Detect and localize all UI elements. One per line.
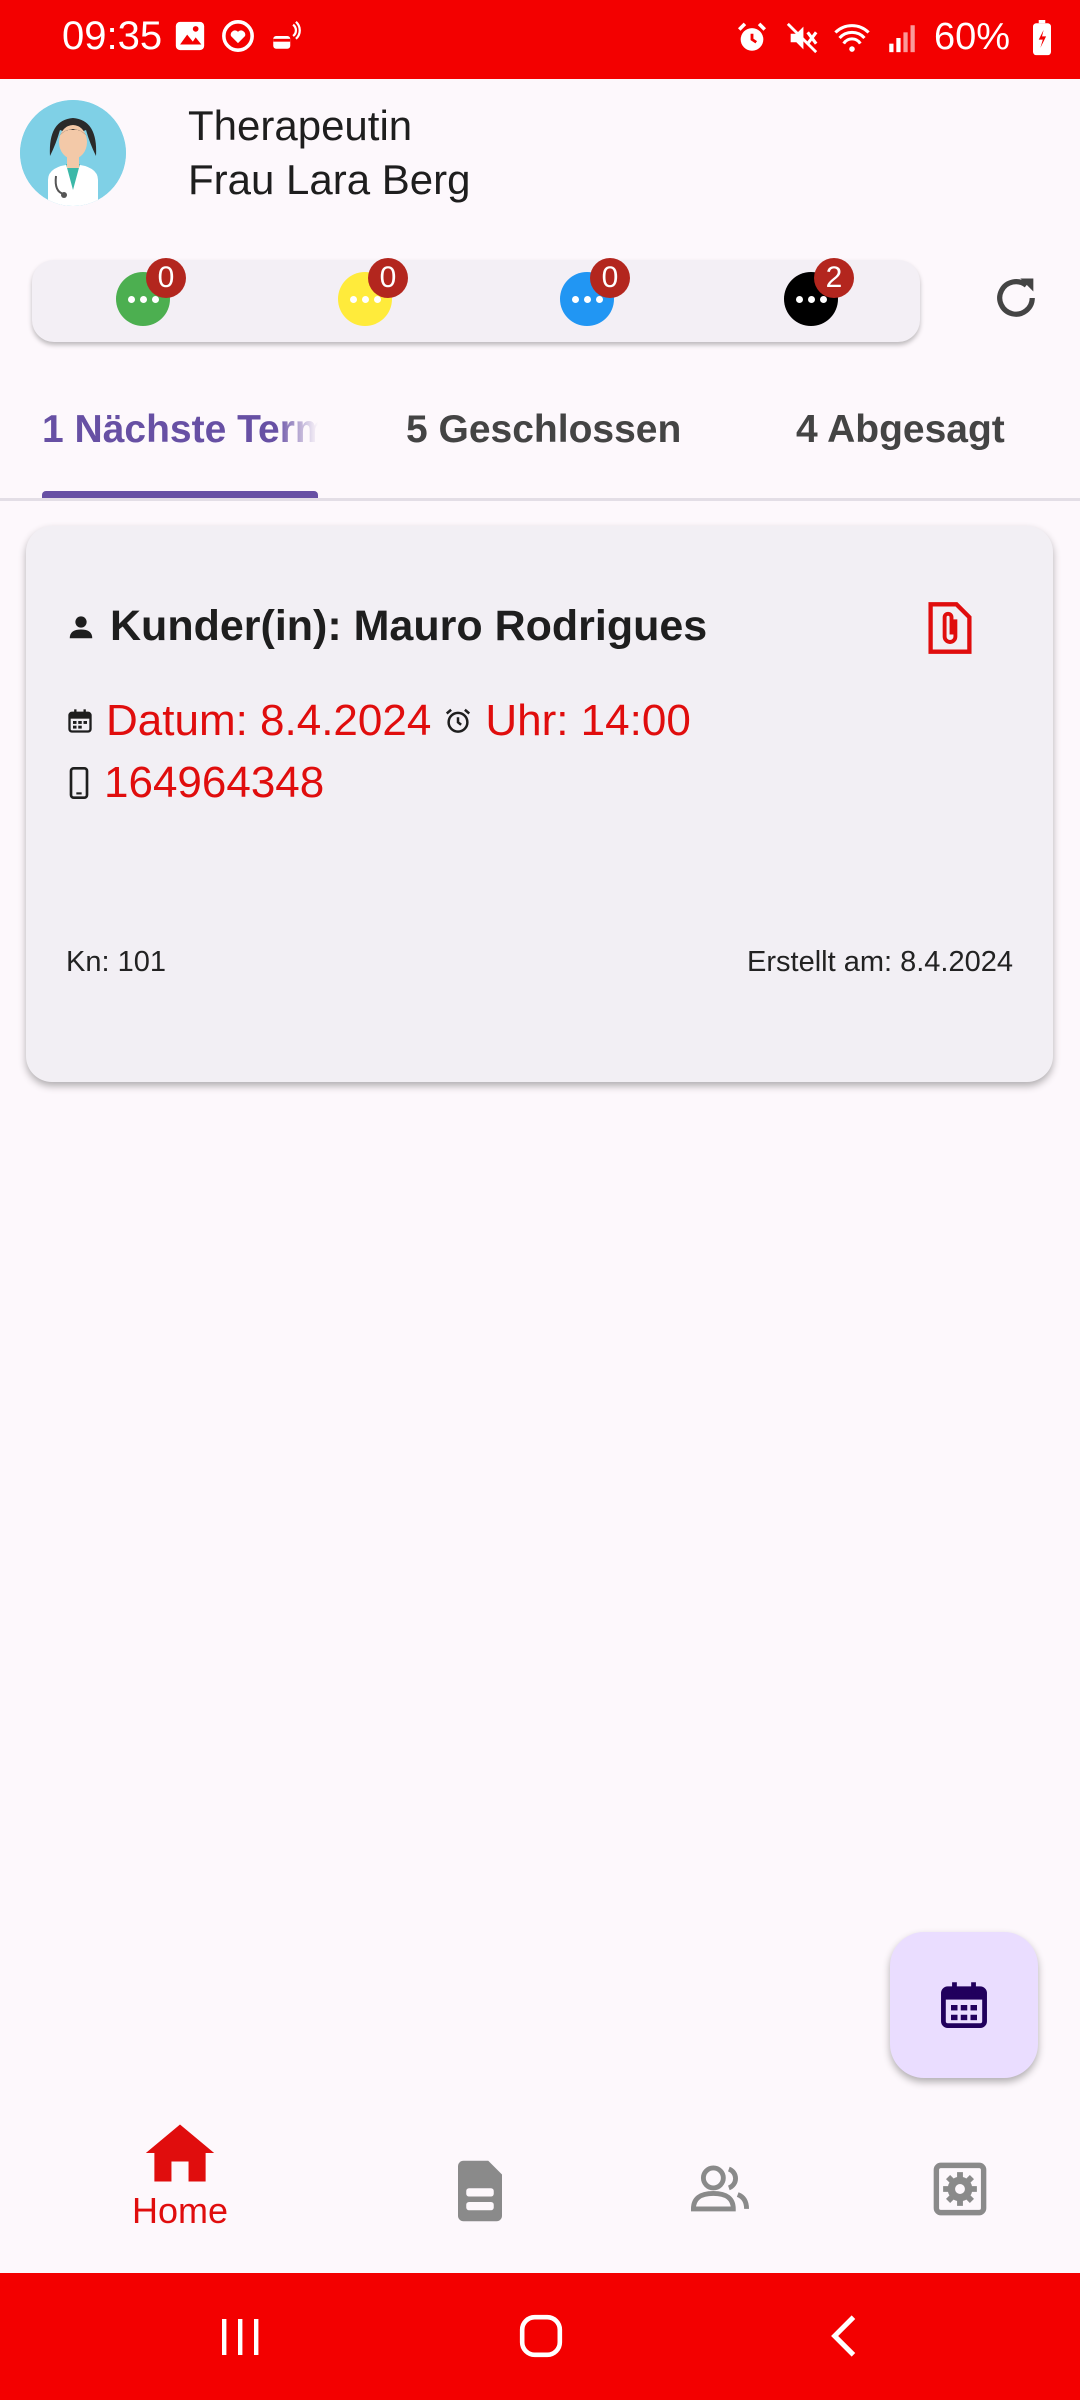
mute-icon	[784, 20, 820, 56]
attachment-button[interactable]	[924, 600, 976, 656]
phone-icon	[69, 767, 89, 799]
calendar-icon	[941, 1982, 987, 2028]
tab-upcoming[interactable]: 1 Nächste Termine	[42, 408, 318, 452]
nav-home[interactable]: Home	[110, 2120, 250, 2232]
home-icon	[145, 2124, 215, 2182]
more-dots-icon	[349, 295, 381, 303]
tab-cancelled[interactable]: 4 Abgesagt	[796, 408, 1005, 452]
nav-home-label: Home	[131, 2190, 229, 2231]
signal-icon	[884, 20, 920, 56]
settings-icon	[933, 2162, 987, 2216]
new-appointment-button[interactable]	[890, 1932, 1038, 2078]
gallery-icon	[172, 18, 208, 54]
document-icon	[458, 2160, 502, 2222]
status-blue-count: 0	[590, 258, 630, 298]
customer-phone[interactable]: 164964348	[104, 758, 324, 808]
people-icon	[690, 2165, 750, 2212]
wifi-icon	[834, 20, 870, 56]
home-system-button[interactable]	[518, 2313, 564, 2364]
more-dots-icon	[795, 295, 827, 303]
home-circle-icon	[519, 2314, 563, 2358]
health-icon	[220, 18, 256, 54]
user-role: Therapeutin	[188, 102, 413, 149]
payment-icon	[268, 18, 304, 54]
refresh-button[interactable]	[990, 272, 1042, 324]
more-dots-icon	[127, 295, 159, 303]
calendar-icon	[68, 709, 92, 733]
refresh-icon	[997, 278, 1035, 317]
clock: 09:35	[62, 14, 163, 58]
recent-apps-icon	[222, 2319, 259, 2355]
more-dots-icon	[571, 295, 603, 303]
tab-divider	[0, 498, 1080, 501]
user-name: Frau Lara Berg	[188, 156, 471, 203]
nav-settings[interactable]	[890, 2162, 1030, 2216]
bottom-navigation: Home	[0, 2098, 1080, 2273]
created-date: Erstellt am: 8.4.2024	[747, 946, 1013, 978]
appointment-time: Uhr: 14:00	[485, 696, 691, 745]
alarm-icon	[734, 20, 770, 56]
nav-documents[interactable]	[410, 2158, 550, 2224]
tab-closed[interactable]: 5 Geschlossen	[406, 408, 681, 452]
status-yellow-count: 0	[368, 258, 408, 298]
back-button[interactable]	[828, 2313, 858, 2364]
person-icon	[69, 615, 93, 638]
attachment-file-icon	[928, 602, 972, 654]
system-navigation-bar	[0, 2273, 1080, 2400]
avatar	[20, 100, 126, 206]
appointment-card[interactable]: Kunder(in): Mauro Rodrigues Datum: 8.4.2…	[26, 526, 1053, 1082]
status-black-count: 2	[814, 258, 854, 298]
status-green-count: 0	[146, 258, 186, 298]
battery-icon	[1024, 19, 1060, 56]
back-chevron-icon	[831, 2315, 856, 2357]
recent-apps-button[interactable]	[218, 2317, 262, 2362]
alarm-clock-icon	[446, 708, 471, 733]
battery-percent: 60%	[933, 16, 1010, 58]
nav-customers[interactable]	[650, 2164, 790, 2214]
status-bar: 09:35 60%	[0, 0, 1080, 79]
customer-number: Kn: 101	[66, 946, 166, 978]
customer-name: Kunder(in): Mauro Rodrigues	[110, 602, 708, 650]
appointment-date: Datum: 8.4.2024	[106, 696, 432, 745]
